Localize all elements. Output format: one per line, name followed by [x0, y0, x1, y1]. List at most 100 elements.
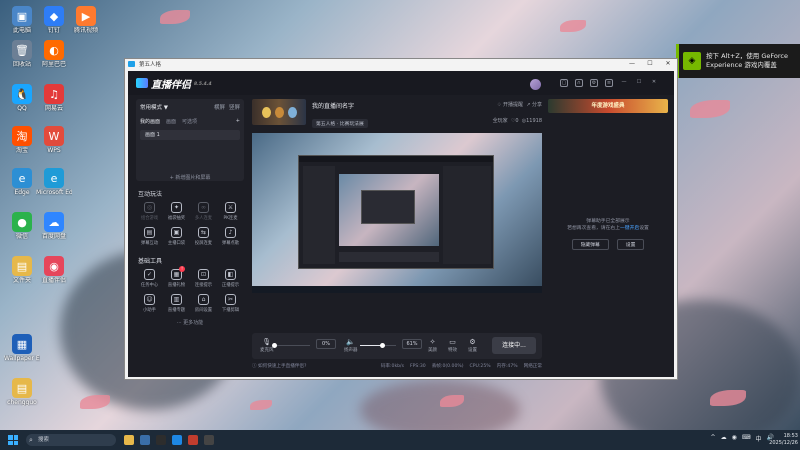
- share-button[interactable]: 分享: [532, 102, 542, 108]
- desktop-icon[interactable]: ▤ 文件夹: [4, 256, 40, 284]
- desktop-icon-label: 直播伴侣: [41, 277, 66, 284]
- interactive-section-title: 互动玩法: [138, 191, 163, 198]
- speaker-control[interactable]: 🔈 扬声器: [344, 338, 358, 353]
- effects-button[interactable]: ▭ 特效: [448, 338, 457, 353]
- desktop-icon[interactable]: W WPS: [36, 126, 72, 154]
- tab-scene[interactable]: 画面: [166, 118, 176, 125]
- tool-helper[interactable]: ☺ 小助手: [136, 294, 163, 313]
- taskbar-app-icon[interactable]: [204, 435, 214, 445]
- room-cover[interactable]: [252, 99, 306, 125]
- desktop-icon[interactable]: eMicrosoft Edge: [36, 168, 72, 196]
- desktop-icon[interactable]: ▣ 此电脑: [4, 6, 40, 34]
- hide-danmaku-button[interactable]: 隐藏弹幕: [571, 239, 609, 250]
- tool-label: 投屏连麦: [194, 241, 213, 246]
- tool-cast[interactable]: ⇆ 投屏连麦: [190, 227, 217, 246]
- desktop-icon[interactable]: ◉ 直播伴侣: [36, 256, 72, 284]
- app-icon: ◆: [44, 6, 64, 26]
- beauty-button[interactable]: ✧ 美颜: [428, 338, 437, 353]
- more-features-button[interactable]: ··· 更多功能: [136, 319, 244, 326]
- tool-pk[interactable]: ⚔ PK连麦: [217, 202, 244, 221]
- desktop-icon[interactable]: ☁ 百度网盘: [36, 212, 72, 240]
- taskbar-app-icon[interactable]: [172, 435, 182, 445]
- tool-gift-box[interactable]: ▦! 直播礼物: [163, 266, 190, 288]
- close-icon[interactable]: ✕: [650, 79, 658, 87]
- tool-clip[interactable]: ✂ 下播剪辑: [217, 294, 244, 313]
- start-button[interactable]: [8, 435, 18, 445]
- minimize-icon[interactable]: —: [620, 79, 628, 87]
- window-titlebar[interactable]: 第五人格 — ☐ ✕: [125, 59, 677, 69]
- taskbar-app-icon[interactable]: [124, 435, 134, 445]
- speaker-volume-slider[interactable]: [360, 343, 396, 348]
- user-avatar[interactable]: [530, 79, 541, 90]
- mic-percent[interactable]: 0%: [316, 339, 336, 349]
- message-icon[interactable]: ▢: [560, 79, 568, 87]
- tool-gift[interactable]: ✦ 福袋抽奖: [163, 202, 190, 221]
- enable-link[interactable]: 一键开启: [620, 226, 639, 231]
- stream-preview[interactable]: [252, 133, 542, 293]
- window-close-button[interactable]: ✕: [659, 59, 677, 69]
- tool-gamepad[interactable]: ◎ 组合游戏: [136, 202, 163, 221]
- danmaku-settings-button[interactable]: 设置: [616, 239, 645, 250]
- window-maximize-button[interactable]: ☐: [641, 59, 659, 69]
- headset-icon[interactable]: ∩: [575, 79, 583, 87]
- speaker-percent[interactable]: 61%: [402, 339, 422, 349]
- go-live-button[interactable]: 连接中...: [492, 337, 536, 354]
- desktop-icon[interactable]: 淘淘宝: [4, 126, 40, 154]
- settings-icon[interactable]: ⚙: [590, 79, 598, 87]
- tray-icon[interactable]: ⌨: [742, 434, 751, 443]
- portrait-button[interactable]: 竖屏: [229, 105, 240, 111]
- tool-room[interactable]: ⌂ 房间设置: [190, 294, 217, 313]
- desktop-icon-label: 钉钉: [47, 27, 60, 34]
- event-banner[interactable]: 年度游戏盛典: [548, 99, 668, 113]
- tool-label: 下播剪辑: [221, 308, 240, 313]
- tab-my-scene[interactable]: 我的画面: [140, 118, 160, 125]
- tool-music[interactable]: ♪ 弹幕点歌: [217, 227, 244, 246]
- maximize-icon[interactable]: ☐: [635, 79, 643, 87]
- window-minimize-button[interactable]: —: [623, 59, 641, 69]
- desktop-icon[interactable]: ● 微信: [4, 212, 40, 240]
- tray-icon[interactable]: ◉: [732, 434, 737, 443]
- room-category[interactable]: 第五人格 · 比赛玩法展: [312, 119, 368, 128]
- tray-icon[interactable]: ☁: [721, 434, 727, 443]
- tool-link[interactable]: ∞ 多人连麦: [190, 202, 217, 221]
- app-logo: 直播伴侣 8.5.4.4: [136, 76, 212, 91]
- desktop-icon[interactable]: ▤ chengguo: [4, 378, 40, 406]
- taskbar-app-icon[interactable]: [140, 435, 150, 445]
- tool-link-tip[interactable]: ⊡ 连接提示: [190, 269, 217, 288]
- taskbar-search[interactable]: 搜索: [26, 434, 116, 446]
- desktop-icon[interactable]: 🗑 回收站: [4, 40, 40, 68]
- settings-button[interactable]: ⚙ 设置: [468, 338, 477, 353]
- landscape-button[interactable]: 横屏: [214, 105, 225, 111]
- room-title[interactable]: 我的直播间名字: [312, 101, 493, 110]
- help-link[interactable]: ⓘ 如何快速上手直播伴侣?: [252, 363, 306, 369]
- desktop-icon[interactable]: 🐧 QQ: [4, 84, 40, 112]
- tab-options[interactable]: 可选项: [182, 118, 197, 125]
- add-scene-icon[interactable]: +: [236, 118, 240, 125]
- desktop-icon[interactable]: ▶ 腾讯视频: [68, 6, 104, 34]
- taskbar-app-icon[interactable]: [188, 435, 198, 445]
- live-reminder-button[interactable]: 开播提醒: [503, 102, 523, 108]
- tool-chat[interactable]: ▤ 弹幕互动: [136, 227, 163, 246]
- tool-wallet[interactable]: ▣ 主播口袋: [163, 227, 190, 246]
- mic-volume-slider[interactable]: [272, 343, 310, 348]
- mode-selector[interactable]: 常用模式 ▼: [140, 103, 168, 111]
- tool-topic[interactable]: ▥ 直播专题: [163, 294, 190, 313]
- desktop-icon[interactable]: e Edge: [4, 168, 40, 196]
- desktop-icon[interactable]: ▦Wallpaper Engine: [4, 334, 40, 362]
- menu-icon[interactable]: ≡: [605, 79, 613, 87]
- desktop-icon[interactable]: ♫ 网易云: [36, 84, 72, 112]
- scene-item[interactable]: 画面 1: [140, 130, 240, 140]
- tray-icon[interactable]: ^: [711, 434, 716, 443]
- add-source-button[interactable]: + 新增图片和屏幕: [140, 174, 240, 181]
- desktop-icon-label: 腾讯视频: [73, 27, 98, 34]
- desktop-icon-label: 此电脑: [12, 27, 31, 34]
- desktop-icon[interactable]: ◐ 阿里巴巴: [36, 40, 72, 68]
- danmaku-message-line1: 弹幕助手已全部展示: [586, 219, 630, 224]
- taskbar-app-icon[interactable]: [156, 435, 166, 445]
- tool-task[interactable]: ✓ 任务中心: [136, 269, 163, 288]
- audience-scope[interactable]: 全玩家: [493, 118, 508, 124]
- desktop-icon[interactable]: ◆ 钉钉: [36, 6, 72, 34]
- clock[interactable]: 18:53 2025/12/26: [769, 433, 798, 447]
- tray-icon[interactable]: 中: [756, 434, 762, 443]
- tool-live-tip[interactable]: ◧ 正播提示: [217, 269, 244, 288]
